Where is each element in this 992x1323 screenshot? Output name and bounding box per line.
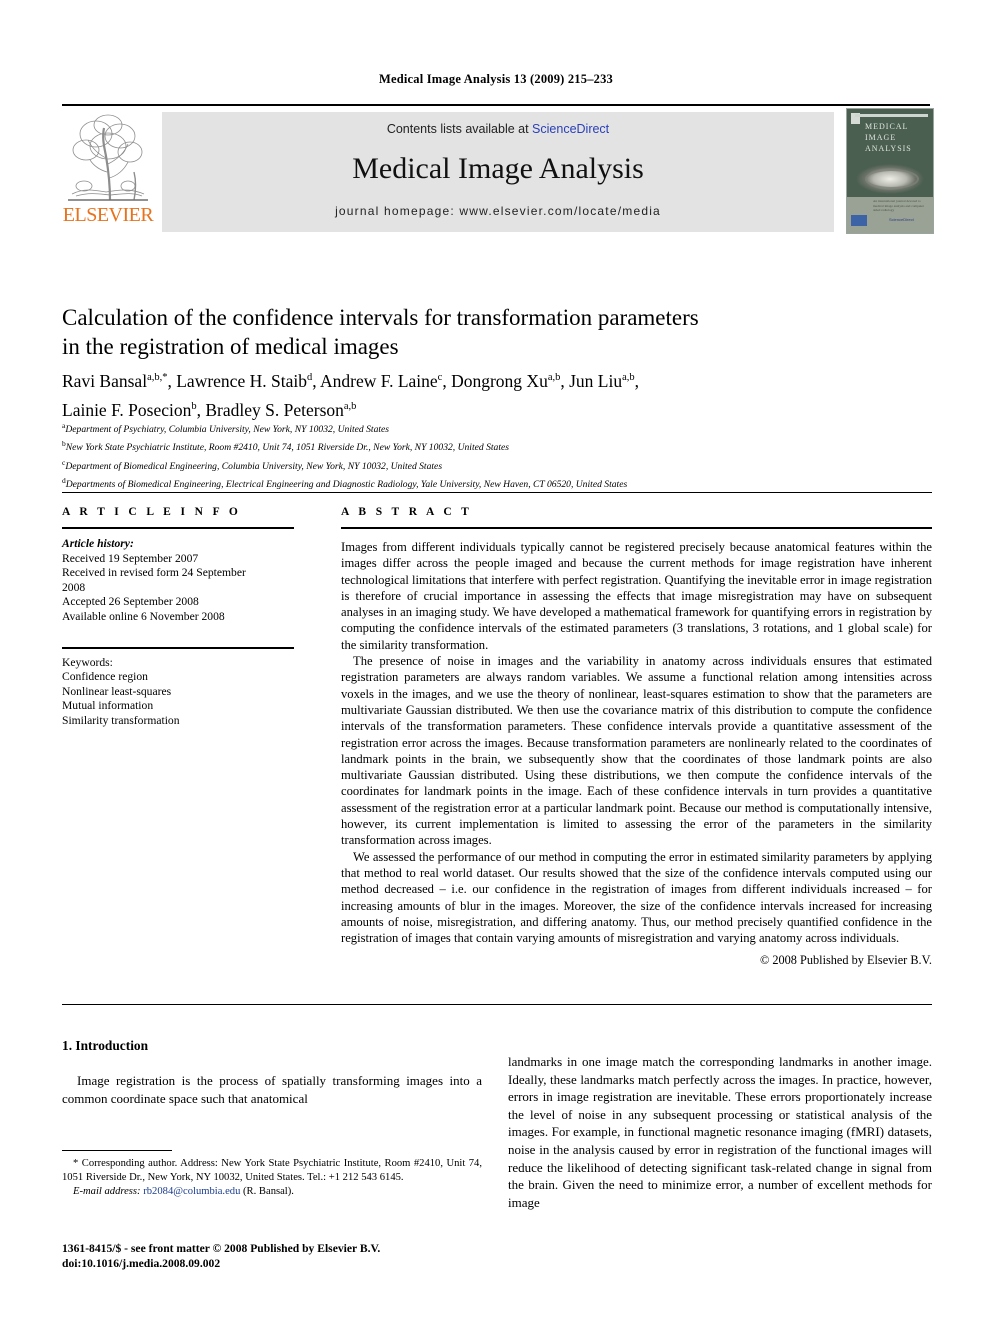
article-history-item: Available online 6 November 2008: [62, 609, 225, 623]
elsevier-tree-icon: [68, 114, 148, 201]
author: Andrew F. Lainec: [320, 371, 442, 391]
cover-publisher-badge: [851, 215, 867, 226]
author-name: Dongrong Xu: [451, 370, 548, 391]
footnote-block: * Corresponding author. Address: New Yor…: [62, 1157, 482, 1200]
cover-title-line2: IMAGE: [865, 133, 897, 142]
article-info-rule: [62, 527, 294, 529]
author-name: Andrew F. Laine: [320, 370, 438, 391]
author-name: Jun Liu: [569, 370, 623, 391]
cover-footer-panel: An international journal devoted to medi…: [847, 197, 933, 233]
author-affil-marker: c: [437, 372, 443, 383]
journal-banner: ELSEVIER Contents lists available at Sci…: [62, 104, 934, 234]
journal-title: Medical Image Analysis: [352, 152, 644, 185]
author-list: Ravi Bansala,b,*, Lawrence H. Staibd, An…: [62, 370, 640, 420]
keyword-item: Mutual information: [62, 699, 154, 713]
article-history-item: Accepted 26 September 2008: [62, 595, 199, 609]
abstract-paragraph: We assessed the performance of our metho…: [341, 849, 932, 946]
article-info-heading: A R T I C L E I N F O: [62, 506, 242, 518]
author: Dongrong Xua,b: [451, 371, 560, 391]
affiliation-text: New York State Psychiatric Institute, Ro…: [65, 442, 510, 454]
journal-cover-thumbnail: MEDICAL IMAGE ANALYSIS An international …: [846, 108, 934, 234]
email-note: E-mail address: rb2084@columbia.edu (R. …: [62, 1185, 482, 1199]
article-history-item: Received 19 September 2007: [62, 551, 199, 565]
affiliation-item: aDepartment of Psychiatry, Columbia Univ…: [62, 419, 932, 437]
author-affil-marker: d: [306, 372, 313, 383]
author-name: Ravi Bansal: [62, 370, 148, 391]
affiliation-text: Department of Psychiatry, Columbia Unive…: [65, 424, 390, 436]
footnote-rule: [62, 1150, 172, 1151]
affiliation-item: bNew York State Psychiatric Institute, R…: [62, 437, 932, 455]
body-paragraph: Image registration is the process of spa…: [62, 1073, 482, 1106]
author-affil-marker: b: [191, 400, 197, 412]
author: Jun Liua,b: [569, 371, 635, 391]
email-label: E-mail address:: [73, 1186, 141, 1198]
author-affil-marker: a,b,*: [147, 372, 168, 383]
cover-brain-image: [847, 157, 933, 197]
corresponding-author-note: * Corresponding author. Address: New Yor…: [62, 1158, 482, 1184]
info-top-rule: [62, 492, 932, 493]
title-line-1: Calculation of the confidence intervals …: [62, 305, 699, 331]
article-page: Medical Image Analysis 13 (2009) 215–233: [0, 0, 992, 1323]
section-heading-introduction: 1. Introduction: [62, 1038, 149, 1053]
keyword-item: Confidence region: [62, 670, 148, 684]
abstract-rule: [341, 527, 932, 529]
journal-homepage-link[interactable]: journal homepage: www.elsevier.com/locat…: [162, 204, 834, 218]
author: Lawrence H. Staibd: [176, 371, 312, 391]
author-name: Bradley S. Peterson: [205, 399, 344, 420]
issn-line: 1361-8415/$ - see front matter © 2008 Pu…: [62, 1242, 381, 1255]
article-info-panel: A R T I C L E I N F O Article history: R…: [62, 506, 294, 729]
imprint-block: 1361-8415/$ - see front matter © 2008 Pu…: [62, 1242, 542, 1271]
page-title: Calculation of the confidence intervals …: [62, 303, 882, 361]
cover-title-line3: ANALYSIS: [865, 144, 912, 153]
keywords-label: Keywords:: [62, 655, 113, 669]
elsevier-logo: ELSEVIER: [62, 112, 154, 232]
keywords-panel: Keywords: Confidence region Nonlinear le…: [62, 646, 294, 729]
cover-title: MEDICAL IMAGE ANALYSIS: [865, 121, 912, 154]
email-link[interactable]: rb2084@columbia.edu: [143, 1186, 240, 1197]
author-affil-marker: a,b: [547, 372, 561, 383]
banner-center: Contents lists available at ScienceDirec…: [162, 112, 834, 232]
cover-top-bar: [855, 114, 928, 117]
author-affil-marker: a,b: [622, 372, 635, 383]
keyword-item: Nonlinear least-squares: [62, 684, 172, 698]
title-line-2: in the registration of medical images: [62, 334, 399, 360]
article-history-label: Article history:: [62, 537, 134, 550]
abstract-panel: A B S T R A C T Images from different in…: [341, 506, 932, 968]
affiliation-item: dDepartments of Biomedical Engineering, …: [62, 474, 932, 492]
cover-title-line1: MEDICAL: [865, 122, 909, 131]
banner-top-rule: [62, 104, 930, 106]
author: Bradley S. Petersona,b: [205, 400, 356, 420]
body-top-rule: [62, 1004, 932, 1005]
article-history-item: Received in revised form 24 September: [62, 566, 246, 580]
affiliation-item: cDepartment of Biomedical Engineering, C…: [62, 456, 932, 474]
elsevier-wordmark: ELSEVIER: [62, 204, 154, 226]
affiliation-text: Departments of Biomedical Engineering, E…: [65, 479, 628, 491]
running-head: Medical Image Analysis 13 (2009) 215–233: [378, 72, 614, 86]
abstract-copyright: © 2008 Published by Elsevier B.V.: [759, 953, 932, 968]
author-name: Lainie F. Posecion: [62, 399, 192, 420]
body-paragraph: landmarks in one image match the corresp…: [508, 1054, 932, 1210]
sciencedirect-link[interactable]: ScienceDirect: [532, 122, 609, 136]
affiliation-list: aDepartment of Psychiatry, Columbia Univ…: [62, 419, 932, 493]
contents-prefix: Contents lists available at: [386, 122, 533, 136]
abstract-heading: A B S T R A C T: [341, 506, 473, 518]
cover-blurb: An international journal devoted to medi…: [873, 199, 925, 213]
abstract-paragraph: Images from different individuals typica…: [341, 540, 932, 652]
article-history: Article history: Received 19 September 2…: [62, 537, 294, 625]
author: Lainie F. Posecionb: [62, 400, 197, 420]
contents-available-line: Contents lists available at ScienceDirec…: [162, 122, 834, 136]
affiliation-text: Department of Biomedical Engineering, Co…: [65, 460, 443, 472]
author-affil-marker: a,b: [343, 400, 357, 412]
article-history-item: 2008: [62, 580, 86, 594]
body-column-right: landmarks in one image match the corresp…: [508, 1053, 932, 1211]
abstract-body: Images from different individuals typica…: [341, 539, 932, 946]
author: Ravi Bansala,b,*: [62, 371, 167, 391]
keyword-item: Similarity transformation: [62, 713, 180, 727]
author-name: Lawrence H. Staib: [176, 370, 307, 391]
body-column-left: 1. Introduction Image registration is th…: [62, 1038, 482, 1107]
abstract-paragraph: The presence of noise in images and the …: [341, 654, 932, 848]
email-attribution: (R. Bansal).: [243, 1186, 294, 1198]
doi-line: doi:10.1016/j.media.2008.09.002: [62, 1256, 221, 1270]
cover-sciencedirect-mark: ScienceDirect: [889, 217, 914, 222]
